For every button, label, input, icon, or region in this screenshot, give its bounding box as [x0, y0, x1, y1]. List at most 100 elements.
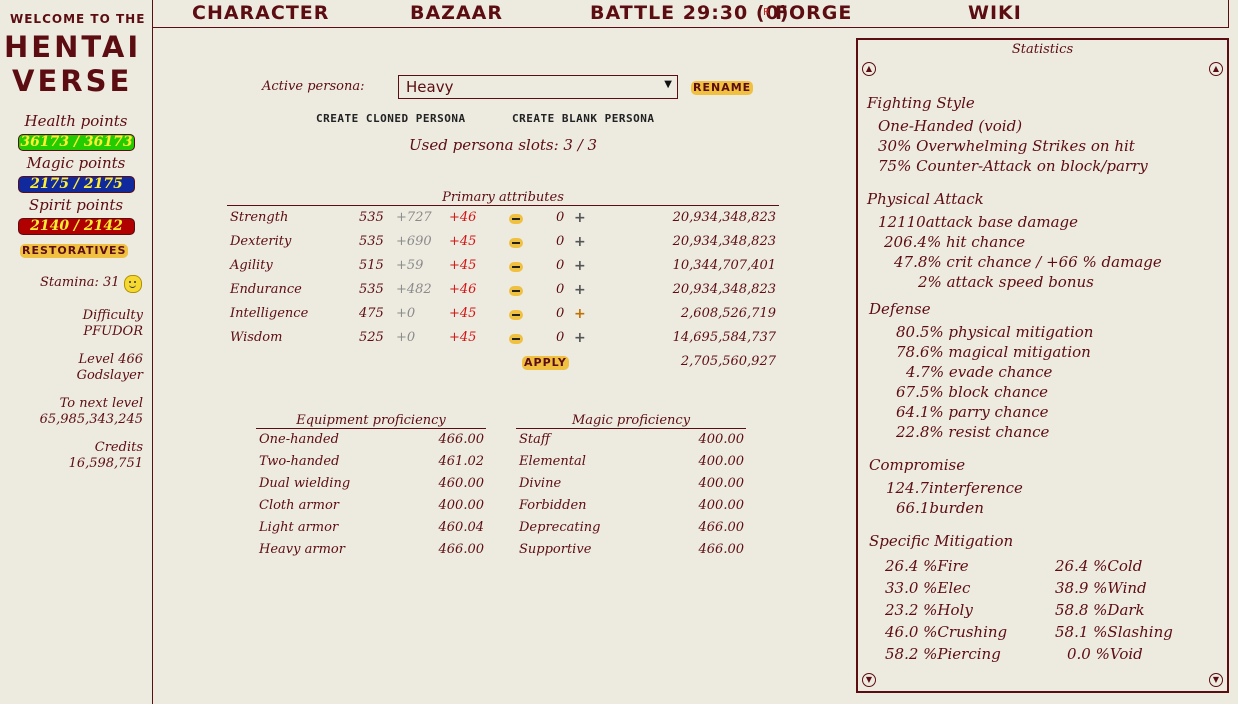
increase-attribute-icon[interactable]: +	[574, 234, 586, 250]
mitigation-value: 33.0 %Elec	[885, 579, 971, 597]
logo-line2: VERSE	[12, 64, 133, 98]
increase-attribute-icon[interactable]: +	[574, 258, 586, 274]
attribute-assigned: 0	[556, 330, 565, 345]
nav-character[interactable]: CHARACTER	[192, 2, 329, 24]
increase-attribute-icon[interactable]: +	[574, 330, 586, 346]
defense-heading: Defense	[869, 300, 931, 318]
decrease-attribute-icon[interactable]	[509, 286, 523, 296]
proficiency-name: Supportive	[519, 542, 592, 557]
proficiency-value: 400.00	[438, 498, 485, 513]
proficiency-value: 466.00	[698, 520, 745, 535]
defense-line: 22.8% resist chance	[896, 423, 1050, 441]
attribute-bonus: +59	[396, 258, 424, 273]
attribute-base: 515	[359, 258, 384, 273]
equipment-proficiency-row: One-handed 466.00	[256, 432, 484, 454]
increase-attribute-icon[interactable]: +	[574, 210, 586, 226]
fighting-style-line: 30% Overwhelming Strikes on hit	[878, 137, 1135, 155]
scroll-down-right-icon[interactable]: ▼	[1209, 673, 1223, 687]
equipment-proficiency-row: Heavy armor 466.00	[256, 542, 484, 564]
nav-forge[interactable]: FORGE	[775, 2, 852, 24]
decrease-attribute-icon[interactable]	[509, 214, 523, 224]
attribute-name: Dexterity	[230, 234, 292, 249]
attribute-base: 525	[359, 330, 384, 345]
decrease-attribute-icon[interactable]	[509, 310, 523, 320]
persona-select[interactable]: Heavy ▼	[398, 75, 678, 99]
nav-battle[interactable]: BATTLE 29:30 (0)	[590, 2, 789, 24]
decrease-attribute-icon[interactable]	[509, 238, 523, 248]
proficiency-name: Light armor	[259, 520, 339, 535]
proficiency-value: 466.00	[438, 542, 485, 557]
attribute-bonus: +0	[396, 306, 416, 321]
scroll-down-left-icon[interactable]: ▼	[862, 673, 876, 687]
proficiency-name: Cloth armor	[259, 498, 339, 513]
proficiency-name: Forbidden	[519, 498, 587, 513]
level-label: Level 466	[78, 352, 143, 367]
magic-proficiency-row: Divine 400.00	[516, 476, 744, 498]
proficiency-name: Two-handed	[259, 454, 340, 469]
proficiency-name: Deprecating	[519, 520, 601, 535]
top-navigation: CHARACTER BAZAAR BATTLE 29:30 (0) R FORG…	[152, 0, 1229, 28]
persona-selected-value: Heavy	[406, 78, 454, 96]
proficiency-value: 466.00	[698, 542, 745, 557]
mitigation-value: 38.9 %Wind	[1055, 579, 1147, 597]
attribute-bonus: +727	[396, 210, 432, 225]
defense-line: 64.1% parry chance	[896, 403, 1049, 421]
defense-line: 4.7% evade chance	[906, 363, 1053, 381]
attribute-row: Strength 535 +727 +46 0 +20,934,348,823	[229, 210, 779, 232]
attribute-modifier: +46	[449, 282, 477, 297]
magic-proficiency-row: Staff 400.00	[516, 432, 744, 454]
attribute-name: Agility	[230, 258, 273, 273]
primary-attributes-title: Primary attributes	[227, 190, 779, 206]
proficiency-value: 461.02	[438, 454, 485, 469]
equipment-proficiency-row: Dual wielding 460.00	[256, 476, 484, 498]
physical-attack-line: 2% attack speed bonus	[918, 273, 1094, 291]
increase-attribute-icon[interactable]: +	[574, 306, 586, 322]
compromise-line: 124.7interference	[886, 479, 1023, 497]
restoratives-button[interactable]: RESTORATIVES	[20, 244, 129, 258]
dropdown-arrow-icon: ▼	[664, 79, 672, 90]
health-label: Health points	[24, 112, 128, 130]
logo-line1: HENTAI	[4, 30, 142, 64]
apply-button[interactable]: APPLY	[522, 356, 569, 370]
decrease-attribute-icon[interactable]	[509, 334, 523, 344]
proficiency-name: Staff	[519, 432, 551, 447]
mitigation-value: 58.1 %Slashing	[1055, 623, 1173, 641]
physical-attack-line: 206.4% hit chance	[884, 233, 1026, 251]
rename-button[interactable]: RENAME	[691, 81, 754, 95]
create-cloned-persona-link[interactable]: CREATE CLONED PERSONA	[316, 112, 466, 125]
nav-bazaar[interactable]: BAZAAR	[410, 2, 503, 24]
equipment-proficiency-row: Two-handed 461.02	[256, 454, 484, 476]
attributes-total: 2,705,560,927	[680, 354, 776, 369]
attribute-row: Agility 515 +59 +45 0 +10,344,707,401	[229, 258, 779, 280]
decrease-attribute-icon[interactable]	[509, 262, 523, 272]
magic-proficiency-row: Elemental 400.00	[516, 454, 744, 476]
statistics-panel[interactable]: Statistics ▲ ▲ ▼ ▼ Fighting Style One-Ha…	[856, 38, 1229, 693]
attribute-modifier: +45	[449, 306, 477, 321]
proficiency-name: One-handed	[259, 432, 339, 447]
level-title: Godslayer	[76, 368, 143, 383]
fighting-style-line: One-Handed (void)	[878, 117, 1023, 135]
proficiency-name: Divine	[519, 476, 562, 491]
statistics-title: Statistics	[1011, 42, 1074, 57]
attribute-row: Dexterity 535 +690 +45 0 +20,934,348,823	[229, 234, 779, 256]
attribute-bonus: +482	[396, 282, 432, 297]
magic-bar: 2175 / 2175	[18, 176, 135, 193]
scroll-up-right-icon[interactable]: ▲	[1209, 62, 1223, 76]
proficiency-value: 400.00	[698, 498, 745, 513]
attribute-name: Strength	[230, 210, 289, 225]
attribute-base: 535	[359, 210, 384, 225]
proficiency-name: Dual wielding	[259, 476, 351, 491]
nav-wiki[interactable]: WIKI	[968, 2, 1022, 24]
physical-attack-heading: Physical Attack	[867, 190, 984, 208]
credits-label: Credits	[94, 440, 143, 455]
proficiency-value: 400.00	[698, 432, 745, 447]
scroll-up-left-icon[interactable]: ▲	[862, 62, 876, 76]
create-blank-persona-link[interactable]: CREATE BLANK PERSONA	[512, 112, 654, 125]
smiley-icon	[124, 275, 142, 293]
increase-attribute-icon[interactable]: +	[574, 282, 586, 298]
attribute-exp: 10,344,707,401	[672, 258, 776, 273]
fighting-style-heading: Fighting Style	[867, 94, 975, 112]
proficiency-value: 460.00	[438, 476, 485, 491]
attribute-base: 475	[359, 306, 384, 321]
attribute-row: Endurance 535 +482 +46 0 +20,934,348,823	[229, 282, 779, 304]
